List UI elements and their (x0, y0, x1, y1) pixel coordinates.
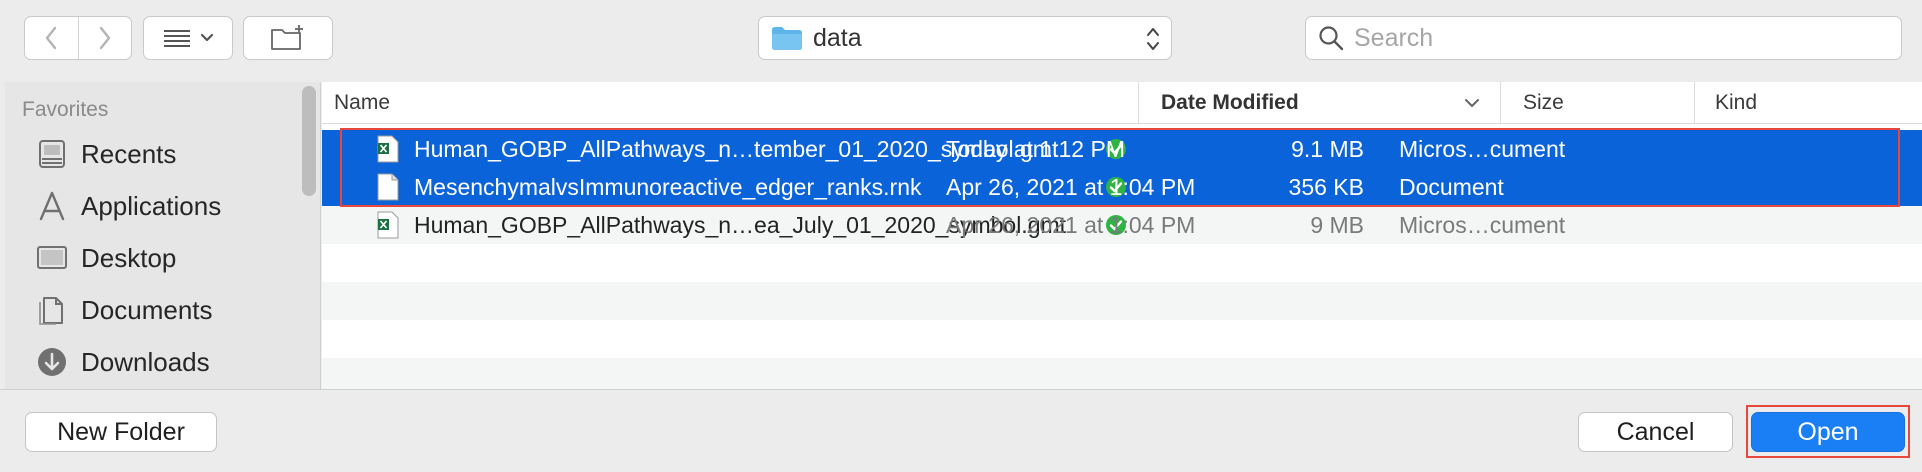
navigation-group (24, 16, 132, 60)
file-size: 9.1 MB (1291, 135, 1364, 162)
file-row[interactable]: MesenchymalvsImmunoreactive_edger_ranks.… (322, 168, 1922, 206)
column-header-bar: Name Date Modified Size Kind (322, 82, 1922, 124)
file-list: Name Date Modified Size Kind Human_GOBP_… (322, 82, 1922, 389)
chevron-left-icon (46, 26, 57, 50)
sidebar-item-label: Recents (81, 138, 177, 169)
file-row[interactable]: Human_GOBP_AllPathways_n…ea_July_01_2020… (322, 206, 1922, 244)
file-kind: Document (1399, 173, 1504, 200)
file-kind: Micros…cument (1399, 135, 1566, 162)
column-header-date-modified[interactable]: Date Modified (1138, 82, 1500, 124)
search-field[interactable] (1305, 16, 1902, 60)
sidebar: Favorites Recents Applications Desktop D… (5, 82, 321, 389)
column-header-size-label: Size (1523, 91, 1564, 114)
column-header-name[interactable]: Name (334, 82, 934, 124)
forward-button[interactable] (77, 17, 131, 59)
chevron-down-icon (200, 33, 214, 42)
file-size: 356 KB (1288, 173, 1364, 200)
list-view-icon (164, 30, 190, 47)
sidebar-item-documents[interactable]: Documents (35, 287, 213, 333)
file-date-modified: Apr 26, 2021 at 1:04 PM (946, 173, 1196, 200)
sidebar-item-recents[interactable]: Recents (35, 131, 176, 177)
column-header-kind-label: Kind (1715, 91, 1758, 114)
downloads-icon (35, 345, 69, 379)
sort-descending-icon (1465, 99, 1479, 107)
applications-icon (35, 189, 69, 223)
search-input[interactable] (1354, 23, 1894, 53)
location-popup[interactable]: data (758, 16, 1172, 60)
desktop-icon (35, 241, 69, 275)
sidebar-item-label: Desktop (81, 242, 177, 273)
view-options-button[interactable] (143, 16, 233, 60)
empty-row (322, 282, 1922, 320)
chevron-right-icon (99, 26, 111, 50)
sidebar-scrollbar[interactable] (302, 86, 316, 196)
open-button[interactable]: Open (1751, 412, 1905, 452)
search-icon (1319, 26, 1344, 51)
new-folder-icon (271, 25, 303, 50)
location-label: data (813, 23, 862, 52)
file-row[interactable]: Human_GOBP_AllPathways_n…tember_01_2020_… (322, 130, 1922, 168)
cancel-button[interactable]: Cancel (1578, 412, 1733, 452)
sidebar-item-desktop[interactable]: Desktop (35, 235, 176, 281)
new-folder-toolbar-button[interactable] (243, 16, 333, 60)
empty-row (322, 320, 1922, 358)
column-header-name-label: Name (334, 91, 391, 114)
file-name: MesenchymalvsImmunoreactive_edger_ranks.… (414, 173, 922, 200)
recents-icon (35, 137, 69, 171)
file-date-modified: Apr 26, 2021 at 1:04 PM (946, 211, 1196, 238)
toolbar: data (0, 0, 1922, 80)
column-header-size[interactable]: Size (1500, 82, 1694, 124)
new-folder-button[interactable]: New Folder (25, 412, 217, 452)
sidebar-item-label: Applications (81, 190, 222, 221)
sidebar-item-label: Downloads (81, 346, 210, 377)
file-date-modified: Today at 1:12 PM (946, 135, 1125, 162)
folder-icon (772, 27, 802, 50)
sidebar-item-downloads[interactable]: Downloads (35, 339, 210, 385)
bottom-bar: New Folder Cancel Open (0, 389, 1922, 472)
empty-row (322, 244, 1922, 282)
empty-row (322, 358, 1922, 389)
documents-icon (35, 293, 69, 327)
column-header-date-label: Date Modified (1161, 91, 1299, 114)
column-header-kind[interactable]: Kind (1694, 82, 1922, 124)
excel-file-icon (377, 135, 399, 163)
file-size: 9 MB (1310, 211, 1364, 238)
sidebar-heading-favorites: Favorites (22, 98, 109, 121)
sidebar-item-applications[interactable]: Applications (35, 183, 221, 229)
document-file-icon (377, 173, 399, 201)
up-down-arrows-icon (1147, 28, 1159, 50)
back-button[interactable] (25, 17, 78, 59)
file-kind: Micros…cument (1399, 211, 1566, 238)
sidebar-item-label: Documents (81, 294, 213, 325)
excel-file-icon (377, 211, 399, 239)
